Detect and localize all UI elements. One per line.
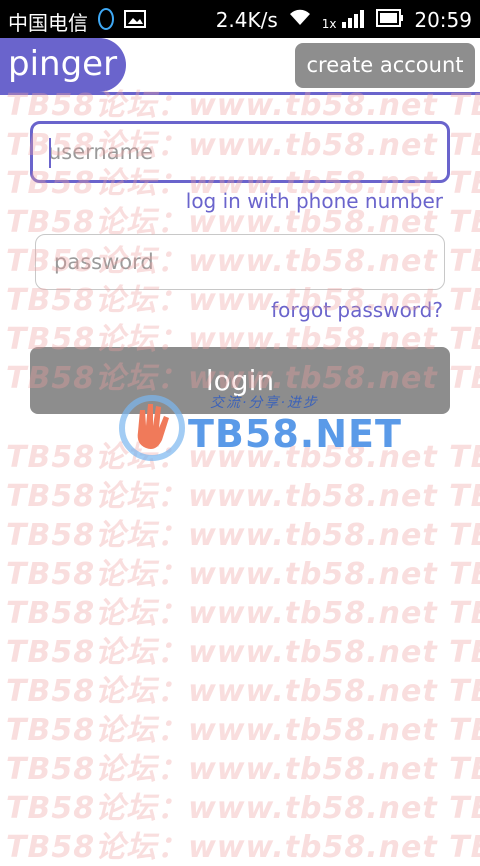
- watermark-text: TB58论坛：www.tb58.net TB58: [6, 479, 480, 514]
- watermark-text: TB58论坛：www.tb58.net TB58: [6, 440, 480, 475]
- signal-icon: 1x: [322, 8, 367, 31]
- network-speed: 2.4K/s: [215, 7, 278, 32]
- status-bar: 中国电信 2.4K/s 1x 20:59: [0, 0, 480, 38]
- create-account-button[interactable]: create account: [295, 43, 475, 88]
- image-icon: [124, 9, 146, 34]
- battery-icon: [376, 8, 404, 32]
- watermark-text: TB58论坛：www.tb58.net TB58: [6, 596, 480, 631]
- watermark-text: TB58论坛：www.tb58.net TB58: [6, 518, 480, 553]
- username-input[interactable]: username: [30, 121, 450, 183]
- watermark-text: TB58论坛：www.tb58.net TB58: [6, 635, 480, 670]
- watermark-text: TB58论坛：www.tb58.net TB58: [6, 791, 480, 826]
- text-cursor: [49, 138, 51, 168]
- watermark-text: TB58论坛：www.tb58.net TB58: [6, 557, 480, 592]
- carrier-label: 中国电信: [8, 11, 88, 35]
- clock: 20:59: [414, 7, 472, 32]
- forgot-password-link[interactable]: forgot password?: [271, 298, 443, 322]
- phone-login-link[interactable]: log in with phone number: [186, 189, 443, 213]
- tb58-logo-text: TB58.NET: [188, 412, 402, 456]
- watermark-text: TB58论坛：www.tb58.net TB58: [6, 713, 480, 748]
- watermark-text: TB58论坛：www.tb58.net TB58: [6, 830, 480, 865]
- wifi-icon: [288, 7, 312, 32]
- password-input[interactable]: password: [35, 234, 445, 290]
- login-button[interactable]: login: [30, 347, 450, 414]
- qq-icon: [96, 7, 116, 36]
- network-type-label: 1x: [321, 17, 337, 31]
- header-divider: [0, 92, 480, 95]
- pinger-logo: pinger: [0, 38, 126, 92]
- password-placeholder: password: [54, 250, 154, 274]
- username-placeholder: username: [48, 140, 153, 164]
- watermark-text: TB58论坛：www.tb58.net TB58: [6, 674, 480, 709]
- app-header: pinger create account: [0, 38, 480, 95]
- watermark-text: TB58论坛：www.tb58.net TB58: [6, 752, 480, 787]
